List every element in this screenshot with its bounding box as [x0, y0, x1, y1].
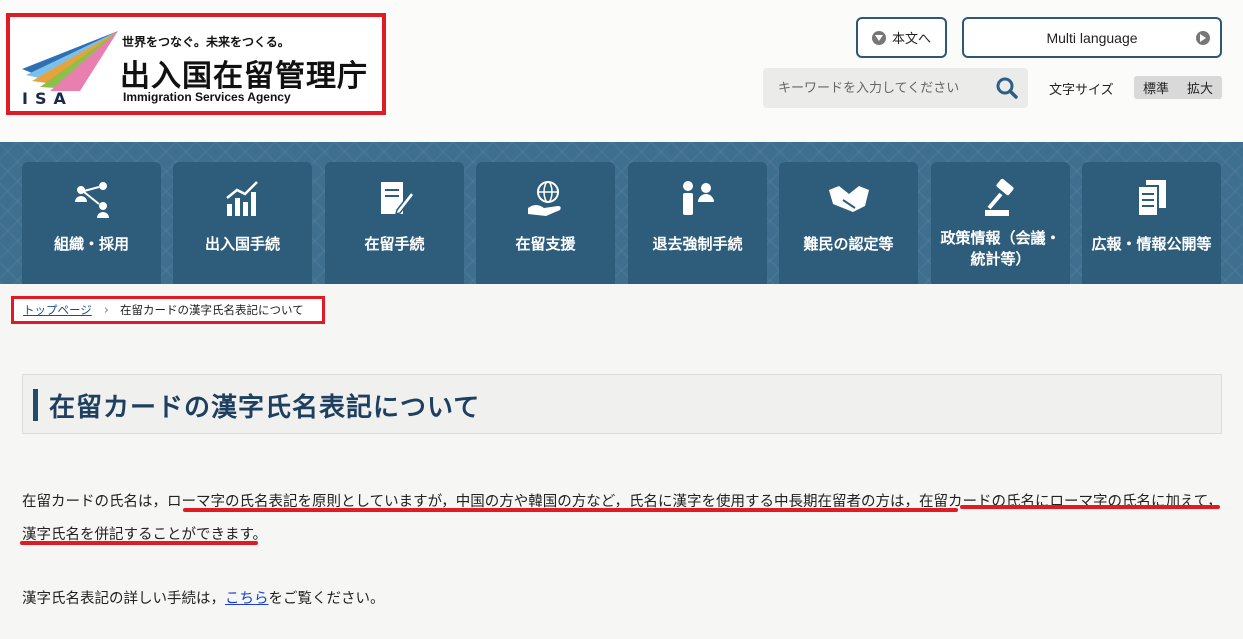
para1-lead: 在留カードの氏名は， — [22, 494, 167, 510]
globe-hand-icon — [527, 181, 561, 216]
skip-to-content-button[interactable]: 本文へ — [856, 17, 947, 58]
para2-lead: 漢字氏名表記の詳しい手続は， — [22, 591, 225, 607]
nav-item-immigration[interactable]: 出入国手続 — [173, 162, 312, 284]
nav-item-residence[interactable]: 在留手続 — [325, 162, 464, 284]
page-title: 在留カードの漢字氏名表記について — [49, 393, 481, 423]
breadcrumb-home-link[interactable]: トップページ — [23, 302, 92, 318]
font-size-toggle: 標準 拡大 — [1134, 76, 1222, 99]
people-network-icon — [74, 182, 109, 218]
font-size-standard-button[interactable]: 標準 — [1143, 78, 1169, 97]
chart-icon — [225, 181, 258, 216]
title-accent-bar — [33, 389, 38, 421]
procedure-link[interactable]: こちら — [225, 591, 269, 607]
nav-label: 難民の認定等 — [803, 235, 894, 253]
red-underline-2 — [20, 541, 258, 545]
isa-logo-mark-icon — [22, 31, 118, 91]
persons-icon — [682, 181, 714, 215]
search-icon[interactable] — [995, 76, 1019, 100]
nav-item-deportation[interactable]: 退去強制手続 — [628, 162, 767, 284]
red-underline-1a — [183, 508, 958, 512]
chevron-right-icon: › — [103, 302, 109, 318]
font-size-label: 文字サイズ — [1049, 83, 1114, 98]
documents-icon — [1136, 180, 1166, 217]
breadcrumb-current: 在留カードの漢字氏名表記について — [119, 303, 304, 317]
nav-label: 在留支援 — [515, 235, 576, 253]
logo-english-name: Immigration Services Agency — [123, 90, 291, 104]
chevron-right-icon — [1196, 31, 1210, 45]
global-nav: 組織・採用 出入国手続 在留手続 在留支援 退去強制手続 難民の認定等 政策情報… — [0, 142, 1243, 284]
site-logo[interactable]: ISA 世界をつなぐ。未来をつくる。 出入国在留管理庁 Immigration … — [6, 13, 386, 115]
gavel-icon — [984, 178, 1014, 216]
logo-tagline: 世界をつなぐ。未来をつくる。 — [122, 35, 290, 49]
breadcrumb: トップページ › 在留カードの漢字氏名表記について — [11, 296, 325, 324]
handshake-icon — [828, 186, 869, 212]
multi-language-button[interactable]: Multi language — [962, 17, 1222, 58]
nav-item-refugee[interactable]: 難民の認定等 — [779, 162, 918, 284]
lang-label: Multi language — [1046, 29, 1138, 46]
search-input[interactable] — [763, 68, 988, 108]
nav-label: 在留手続 — [364, 235, 425, 253]
search-box — [763, 68, 1028, 108]
nav-label: 組織・採用 — [53, 235, 129, 253]
logo-isa-text: ISA — [22, 89, 73, 108]
procedure-paragraph: 漢字氏名表記の詳しい手続は，こちらをご覧ください。 — [22, 583, 385, 616]
nav-item-publicity[interactable]: 広報・情報公開等 — [1082, 162, 1221, 284]
nav-label: 退去強制手続 — [652, 235, 743, 253]
para2-tail: をご覧ください。 — [268, 591, 385, 607]
red-underline-1b — [960, 505, 1220, 509]
site-header: ISA 世界をつなぐ。未来をつくる。 出入国在留管理庁 Immigration … — [0, 0, 1243, 142]
nav-label: 出入国手続 — [204, 235, 280, 253]
skip-label: 本文へ — [891, 32, 931, 47]
document-pen-icon — [380, 182, 415, 216]
nav-label: 広報・情報公開等 — [1091, 235, 1212, 253]
nav-item-policy[interactable]: 政策情報（会議・統計等） — [931, 162, 1070, 284]
nav-item-support[interactable]: 在留支援 — [476, 162, 615, 284]
page-title-box: 在留カードの漢字氏名表記について — [22, 374, 1222, 434]
font-size-large-button[interactable]: 拡大 — [1187, 78, 1213, 97]
nav-label: 政策情報（会議・統計等） — [940, 229, 1061, 268]
logo-title: 出入国在留管理庁 — [120, 59, 368, 94]
nav-item-organization[interactable]: 組織・採用 — [22, 162, 161, 284]
chevron-down-icon — [871, 30, 886, 45]
